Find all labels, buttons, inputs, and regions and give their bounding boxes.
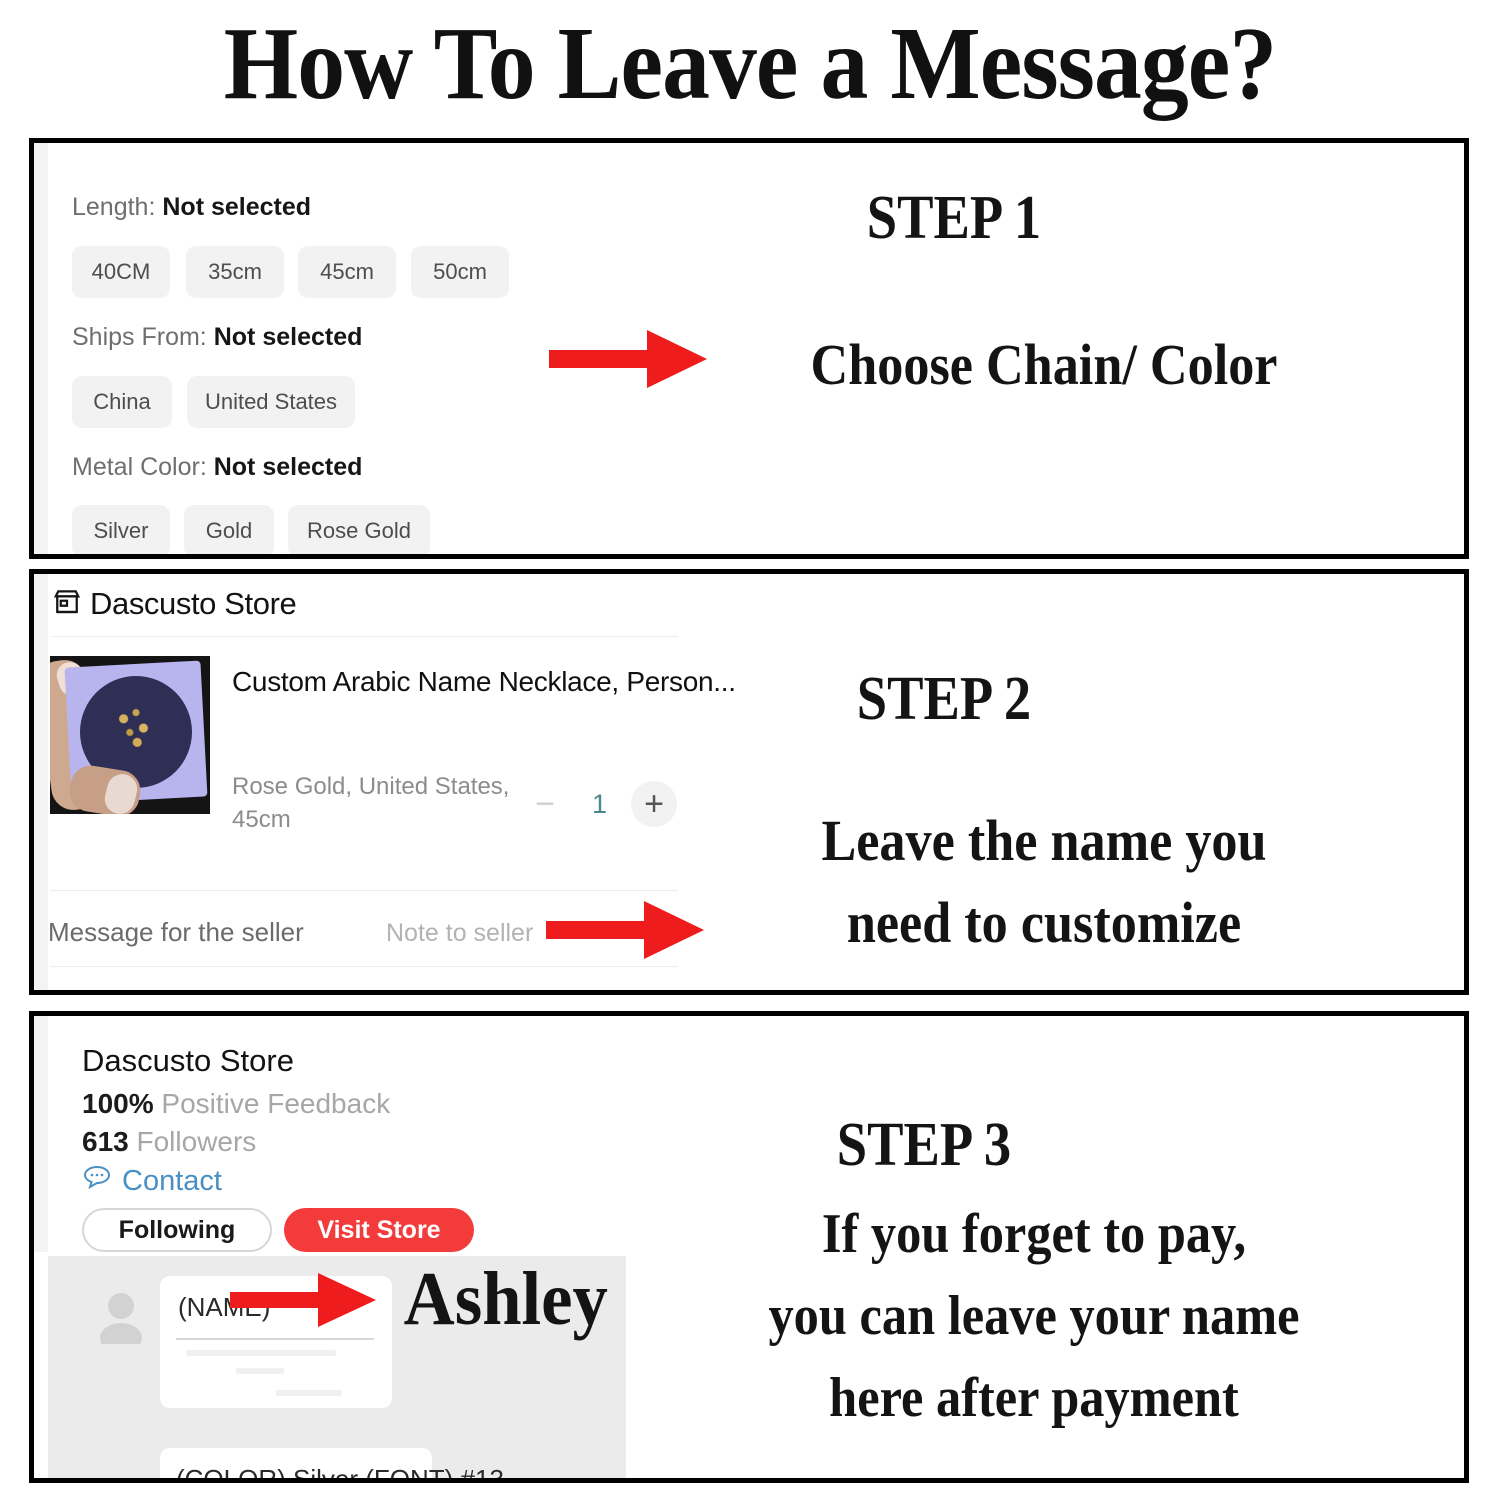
annotation-ashley: Ashley [403, 1257, 608, 1341]
followers-label: Followers [136, 1126, 257, 1157]
option-label-ships-from: Ships From: Not selected [72, 323, 362, 352]
step2-caption-line1: Leave the name you [821, 808, 1267, 873]
divider-middle [50, 890, 678, 891]
chip-ships-0[interactable]: China [72, 376, 172, 428]
visit-store-button[interactable]: Visit Store [284, 1208, 474, 1252]
chip-length-0[interactable]: 40CM [72, 246, 170, 298]
step3-caption-line3: here after payment [829, 1367, 1239, 1429]
positive-feedback-stat: 100% Positive Feedback [82, 1088, 390, 1120]
step1-heading: STEP 1 [866, 184, 1042, 252]
divider-top [52, 636, 678, 637]
note-to-seller-input[interactable]: Note to seller [386, 919, 533, 948]
divider-bottom [50, 966, 678, 967]
storefront-icon [52, 587, 82, 622]
chip-length-2[interactable]: 45cm [298, 246, 396, 298]
user-avatar-icon [96, 1292, 146, 1353]
chip-length-3[interactable]: 50cm [411, 246, 509, 298]
chip-metal-1[interactable]: Gold [184, 505, 274, 554]
step3-caption-line2: you can leave your name [768, 1285, 1300, 1347]
step1-panel: Length: Not selected 40CM 35cm 45cm 50cm… [29, 138, 1469, 559]
contact-link[interactable]: Contact [82, 1164, 222, 1198]
right-arrow-icon [549, 328, 709, 390]
feedback-value: 100% [82, 1088, 154, 1119]
store-header[interactable]: Dascusto Store [52, 586, 297, 622]
panel2-left-rail [34, 574, 48, 990]
chip-length-1[interactable]: 35cm [186, 246, 284, 298]
chat-bubble-icon [82, 1164, 112, 1198]
right-arrow-icon [546, 899, 706, 961]
quantity-stepper[interactable]: − 1 + [522, 781, 678, 827]
option-label-length: Length: Not selected [72, 193, 311, 222]
step1-caption: Choose Chain/ Color [810, 332, 1278, 397]
chip-metal-2[interactable]: Rose Gold [288, 505, 430, 554]
step3-caption-line1: If you forget to pay, [821, 1203, 1247, 1265]
store-name: Dascusto Store [82, 1043, 294, 1078]
panel1-left-rail [34, 143, 48, 554]
step2-panel: Dascusto Store Custom Arabic Name Neckla… [29, 569, 1469, 995]
step2-heading: STEP 2 [856, 665, 1032, 733]
followers-value: 613 [82, 1126, 129, 1157]
step2-caption-line2: need to customize [846, 890, 1242, 955]
step3-heading: STEP 3 [836, 1111, 1012, 1179]
contact-label: Contact [122, 1164, 222, 1197]
message-for-seller-label: Message for the seller [48, 917, 304, 947]
option-value-text: Not selected [213, 453, 363, 481]
product-thumbnail[interactable] [50, 656, 210, 814]
chip-ships-1[interactable]: United States [187, 376, 355, 428]
option-label-text: Length: [72, 193, 156, 221]
option-label-text: Metal Color: [72, 453, 207, 481]
option-value-text: Not selected [213, 323, 363, 351]
followers-stat: 613 Followers [82, 1126, 256, 1158]
following-button[interactable]: Following [82, 1208, 272, 1252]
chat-bubble-options[interactable]: (COLOR) Silver (FONT) #13 [160, 1448, 504, 1478]
store-name: Dascusto Store [90, 586, 297, 621]
color-font-field-text: (COLOR) Silver (FONT) #13 [176, 1464, 504, 1483]
name-field-underline [176, 1338, 374, 1340]
minus-icon[interactable]: − [522, 781, 568, 827]
product-title[interactable]: Custom Arabic Name Necklace, Person... [232, 666, 736, 698]
right-arrow-icon [230, 1271, 378, 1329]
feedback-label: Positive Feedback [161, 1088, 391, 1119]
option-label-metal-color: Metal Color: Not selected [72, 453, 362, 482]
product-variant: Rose Gold, United States, 45cm [232, 773, 510, 833]
page-title: How To Leave a Message? [223, 6, 1277, 121]
plus-icon[interactable]: + [631, 781, 678, 827]
option-value-text: Not selected [162, 193, 312, 221]
option-label-text: Ships From: [72, 323, 207, 351]
step3-panel: Dascusto Store 100% Positive Feedback 61… [29, 1011, 1469, 1483]
chip-metal-0[interactable]: Silver [72, 505, 170, 554]
panel3-left-rail [34, 1016, 48, 1252]
quantity-value: 1 [592, 788, 608, 819]
